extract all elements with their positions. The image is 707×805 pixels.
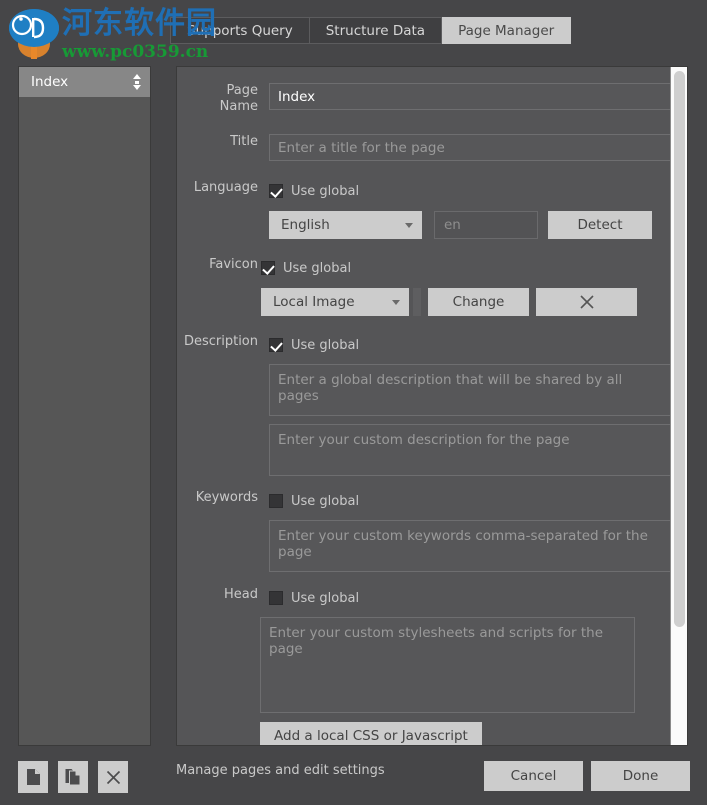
status-text: Manage pages and edit settings — [176, 763, 385, 778]
keywords-label: Keywords — [195, 490, 258, 505]
field-row-description: Description Use global — [177, 334, 671, 476]
head-use-global-toggle[interactable]: Use global — [269, 587, 671, 609]
watermark-url-text: www.pc0359.cn — [62, 42, 209, 62]
page-settings-panel: Page Name Title Language Use global — [176, 66, 688, 746]
watermark-logo-icon — [9, 9, 59, 59]
duplicate-page-icon — [65, 769, 80, 786]
favicon-controls: Local Image Change — [261, 288, 671, 316]
favicon-change-button[interactable]: Change — [428, 288, 529, 316]
favicon-source-select[interactable]: Local Image — [261, 288, 409, 316]
close-x-icon — [106, 770, 120, 784]
tab-page-manager[interactable]: Page Manager — [442, 17, 572, 44]
language-select[interactable]: English — [269, 211, 422, 239]
description-label: Description — [183, 334, 258, 349]
head-use-global-label: Use global — [291, 590, 360, 606]
tab-structure-data[interactable]: Structure Data — [309, 17, 443, 44]
sidebar-item-index[interactable]: Index — [19, 67, 150, 97]
scrollbar-thumb[interactable] — [674, 71, 685, 627]
head-use-global-checkbox[interactable] — [269, 591, 283, 605]
new-page-icon — [26, 769, 40, 785]
head-custom-textarea[interactable] — [260, 617, 635, 713]
language-use-global-label: Use global — [291, 183, 360, 199]
title-input[interactable] — [269, 134, 671, 161]
close-x-icon — [579, 295, 594, 309]
field-row-language: Language Use global English Detect — [177, 180, 671, 239]
field-row-page-name: Page Name — [177, 83, 671, 115]
field-row-favicon: Favicon Use global Local Image Change — [177, 257, 671, 316]
title-label: Title — [230, 134, 258, 149]
new-page-button[interactable] — [18, 761, 48, 793]
page-list-sidebar: Index — [18, 66, 151, 746]
description-use-global-checkbox[interactable] — [269, 338, 283, 352]
field-row-title: Title — [177, 134, 671, 161]
language-select-value: English — [281, 217, 330, 233]
tab-supports-query[interactable]: Supports Query — [170, 17, 310, 44]
favicon-use-global-checkbox[interactable] — [261, 261, 275, 275]
favicon-source-value: Local Image — [273, 294, 355, 310]
favicon-use-global-toggle[interactable]: Use global — [261, 257, 671, 279]
language-code-input[interactable] — [434, 211, 538, 239]
add-local-css-js-button[interactable]: Add a local CSS or Javascript — [260, 722, 482, 745]
page-name-input[interactable] — [269, 83, 671, 110]
page-name-label: Page Name — [219, 83, 258, 114]
main-tab-bar: Supports Query Structure Data Page Manag… — [170, 17, 572, 44]
favicon-clear-button[interactable] — [536, 288, 637, 316]
description-use-global-toggle[interactable]: Use global — [269, 334, 671, 356]
keywords-use-global-toggle[interactable]: Use global — [269, 490, 671, 512]
delete-page-button[interactable] — [98, 761, 128, 793]
language-use-global-toggle[interactable]: Use global — [269, 180, 671, 202]
keywords-use-global-label: Use global — [291, 493, 360, 509]
sort-updown-icon[interactable] — [131, 73, 142, 91]
field-row-keywords: Keywords Use global — [177, 490, 671, 572]
keywords-custom-textarea[interactable] — [269, 520, 671, 572]
sidebar-item-label: Index — [31, 74, 69, 90]
keywords-use-global-checkbox[interactable] — [269, 494, 283, 508]
favicon-spacer — [413, 288, 421, 316]
settings-vertical-scrollbar[interactable] — [670, 67, 687, 745]
field-row-head: Head Use global Add a local CSS or Javas… — [177, 587, 671, 745]
page-settings-form: Page Name Title Language Use global — [177, 67, 671, 745]
head-label: Head — [224, 587, 258, 602]
description-global-textarea[interactable] — [269, 364, 671, 416]
chevron-down-icon — [405, 223, 413, 228]
duplicate-page-button[interactable] — [58, 761, 88, 793]
done-button[interactable]: Done — [591, 761, 690, 791]
language-controls: English Detect — [269, 211, 671, 239]
description-use-global-label: Use global — [291, 337, 360, 353]
language-use-global-checkbox[interactable] — [269, 184, 283, 198]
bottom-toolbar: Manage pages and edit settings Cancel Do… — [0, 750, 707, 805]
cancel-button[interactable]: Cancel — [484, 761, 583, 791]
description-custom-textarea[interactable] — [269, 424, 671, 476]
favicon-label: Favicon — [209, 257, 258, 272]
language-label: Language — [193, 180, 258, 195]
favicon-use-global-label: Use global — [283, 260, 352, 276]
language-detect-button[interactable]: Detect — [548, 211, 652, 239]
chevron-down-icon — [392, 300, 400, 305]
